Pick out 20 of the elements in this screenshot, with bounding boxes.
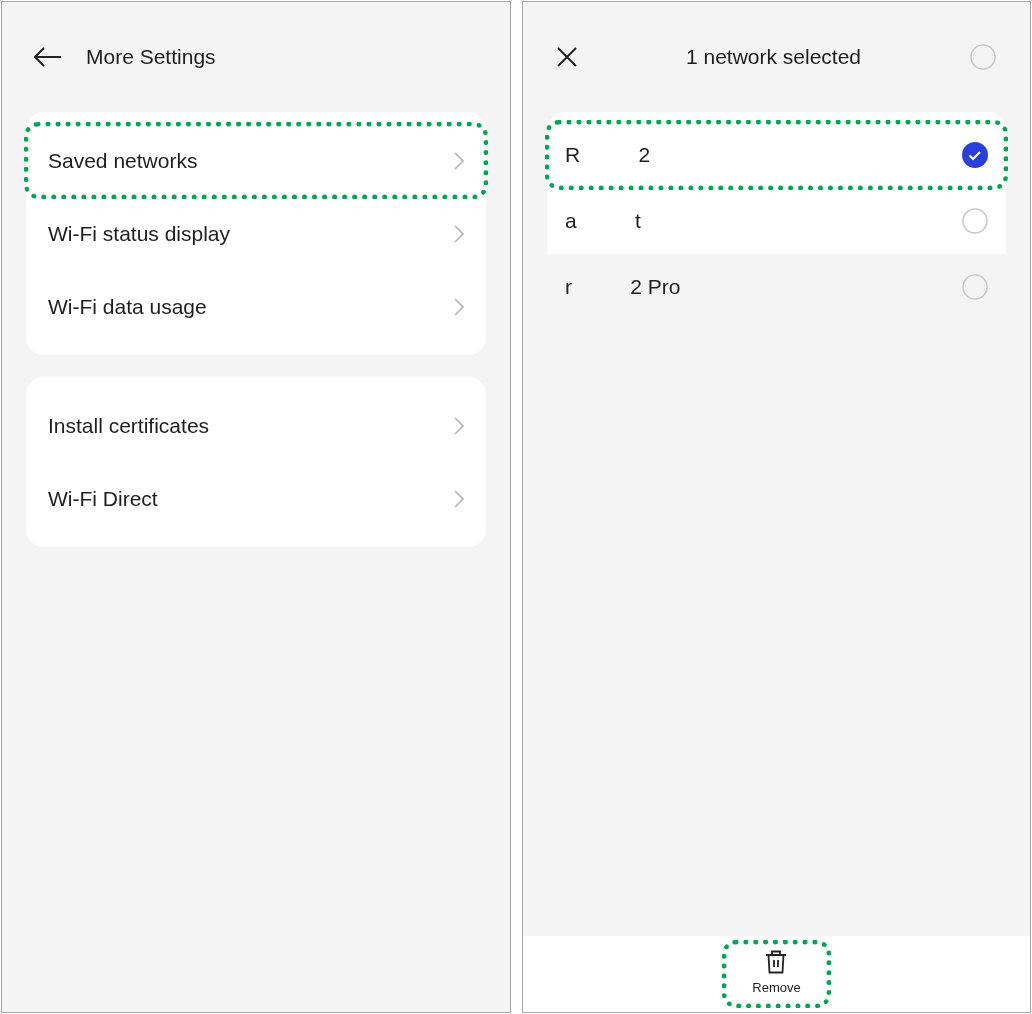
- chevron-right-icon: [454, 224, 464, 243]
- settings-item[interactable]: Install certificates: [26, 389, 486, 462]
- settings-item[interactable]: Saved networks: [26, 124, 486, 197]
- settings-item[interactable]: Wi-Fi Direct: [26, 462, 486, 535]
- network-item[interactable]: r 2 Pro: [547, 254, 1006, 320]
- chevron-right-icon: [454, 297, 464, 316]
- settings-item[interactable]: Wi-Fi status display: [26, 197, 486, 270]
- close-icon[interactable]: [557, 47, 577, 67]
- selection-title: 1 network selected: [685, 44, 862, 71]
- checked-circle-icon[interactable]: [962, 142, 988, 168]
- chevron-right-icon: [454, 416, 464, 435]
- page-title: More Settings: [86, 44, 216, 71]
- network-item[interactable]: R 2: [547, 122, 1006, 188]
- settings-item[interactable]: Wi-Fi data usage: [26, 270, 486, 343]
- back-arrow-icon[interactable]: [34, 47, 62, 67]
- chevron-right-icon: [454, 151, 464, 170]
- trash-icon: [765, 950, 788, 975]
- chevron-right-icon: [454, 489, 464, 508]
- network-item[interactable]: a t: [547, 188, 1006, 254]
- remove-button[interactable]: Remove: [724, 942, 829, 1006]
